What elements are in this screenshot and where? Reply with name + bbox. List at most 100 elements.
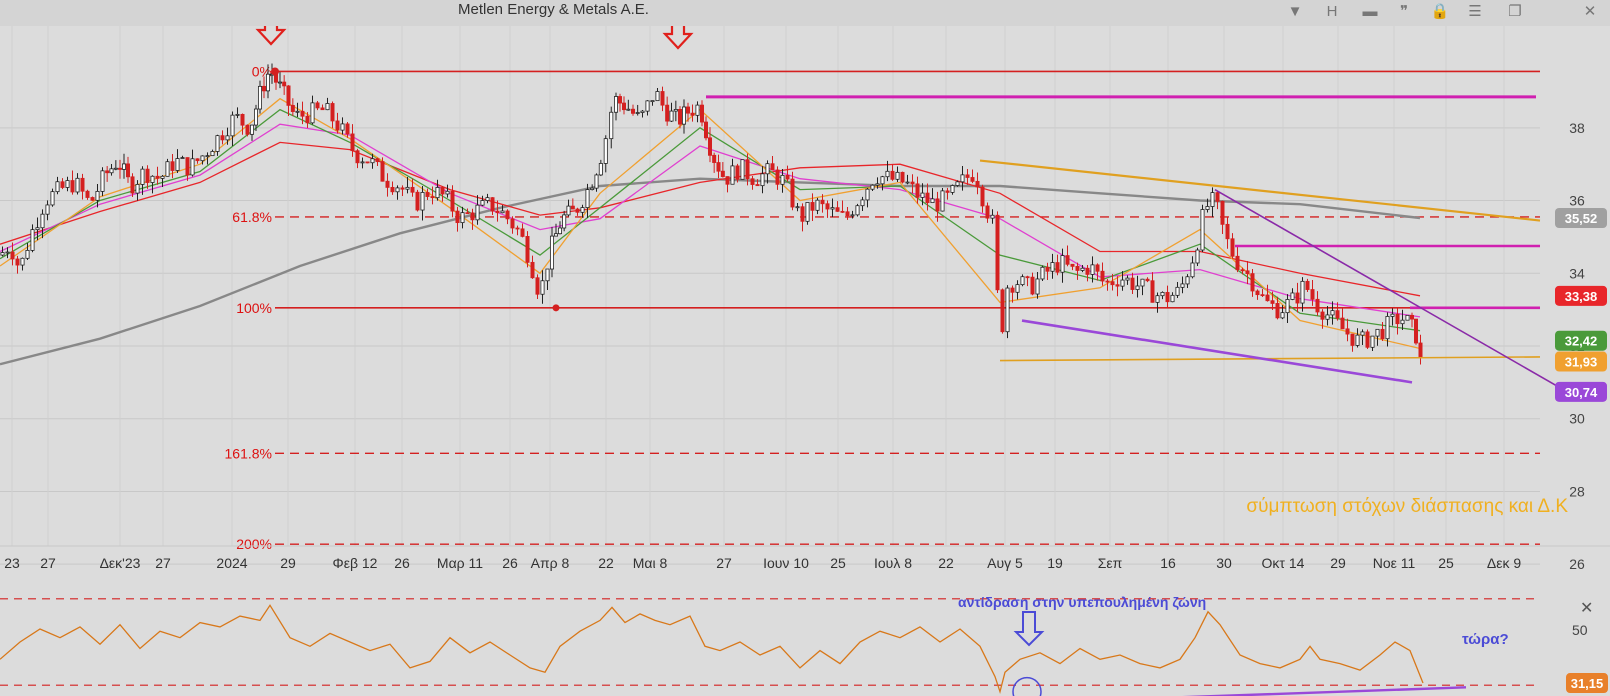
candle-body: [570, 205, 575, 210]
candle-body: [520, 228, 525, 237]
candle-body: [1000, 289, 1005, 333]
candle-body: [380, 161, 385, 182]
candle-body: [930, 198, 935, 204]
candle-body: [678, 109, 683, 125]
y-tick-36: 36: [1569, 193, 1585, 209]
candle-body: [995, 214, 1000, 291]
candle-body: [760, 173, 765, 187]
y-tick-38: 38: [1569, 120, 1585, 136]
down-arrow-icon: [662, 26, 694, 50]
candle-body: [880, 176, 885, 185]
down-arrow-icon-shape: [662, 26, 694, 50]
candle-body: [470, 212, 475, 221]
candle-body: [335, 120, 340, 131]
candle-body: [626, 108, 631, 111]
candle-body: [440, 187, 445, 195]
close-oscillator-icon[interactable]: ✕: [1580, 600, 1593, 617]
comment-icon[interactable]: ❞: [1392, 2, 1416, 22]
lock-icon[interactable]: 🔒: [1428, 2, 1452, 22]
x-tick-1: 27: [40, 555, 56, 571]
close-icon[interactable]: ✕: [1578, 2, 1602, 22]
candle-body: [126, 163, 131, 178]
candle-body: [800, 206, 805, 222]
candle-body: [835, 207, 840, 212]
candle-body: [210, 151, 215, 157]
candle-body: [750, 178, 755, 185]
window-icon[interactable]: ❐: [1503, 2, 1527, 22]
candle-body: [609, 111, 614, 140]
candle-body: [290, 104, 295, 112]
candle-body: [75, 177, 80, 193]
candle-body: [215, 135, 220, 152]
candle-body: [1010, 287, 1015, 293]
candle-body: [1140, 278, 1145, 287]
candle-body: [770, 163, 775, 171]
candle-body: [405, 186, 410, 190]
candle-body: [1255, 290, 1260, 296]
candle-body: [716, 162, 721, 172]
candle-body: [480, 200, 485, 206]
candle-body: [1100, 270, 1105, 282]
candle-body: [1370, 335, 1375, 348]
candle-body: [145, 168, 150, 183]
menu-icon[interactable]: ☰: [1463, 2, 1487, 22]
candle-body: [640, 110, 645, 113]
candle-body: [1355, 334, 1360, 346]
candle-body: [495, 210, 500, 214]
candle-body: [562, 214, 567, 229]
candle-body: [70, 180, 75, 193]
price-chart[interactable]: 0%61.8%100%161.8%200% 26283032343638 232…: [0, 26, 1610, 586]
candle-body: [230, 114, 235, 137]
candle-body: [1025, 276, 1030, 279]
candle-body: [1315, 298, 1320, 313]
layout-icon[interactable]: ▬: [1358, 2, 1382, 22]
candle-body: [310, 102, 315, 124]
candle-body: [113, 167, 118, 170]
y-tick-26: 26: [1569, 556, 1585, 572]
candle-body: [245, 124, 250, 135]
candle-body: [430, 196, 435, 199]
x-tick-16: Ιουλ 8: [874, 555, 912, 571]
candle-body: [855, 205, 860, 216]
candle-body: [500, 210, 505, 214]
candle-body: [465, 212, 470, 215]
candle-body: [960, 174, 965, 183]
candle-body: [15, 258, 20, 266]
candle-body: [682, 106, 687, 125]
candle-body: [350, 133, 355, 152]
chart-title: Metlen Energy & Metals A.E.: [458, 1, 649, 18]
candle-body: [1360, 331, 1365, 336]
candle-body: [673, 109, 678, 112]
candle-body: [1375, 328, 1380, 337]
candle-body: [277, 81, 282, 84]
candle-body: [325, 103, 330, 111]
price-label-text: 30,74: [1565, 385, 1598, 400]
candle-body: [985, 205, 990, 219]
candle-body: [282, 81, 287, 87]
candle-body: [860, 199, 865, 207]
candle-body: [370, 158, 375, 164]
candle-body: [1350, 333, 1355, 346]
candle-body: [910, 181, 915, 185]
x-tick-11: 22: [598, 555, 614, 571]
candle-body: [1290, 292, 1295, 300]
candle-body: [445, 190, 450, 195]
dropdown-icon[interactable]: ▼: [1283, 2, 1307, 22]
x-tick-9: 26: [502, 555, 518, 571]
candle-body: [1135, 285, 1140, 290]
candle-body: [720, 170, 725, 177]
oscillator-drawings: 31,15: [1012, 611, 1608, 696]
candle-body: [1090, 264, 1095, 275]
candle-body: [460, 212, 465, 224]
candle-body: [118, 167, 123, 170]
candle-body: [1245, 270, 1250, 275]
fib-label-4: 200%: [236, 536, 272, 552]
candle-body: [340, 123, 345, 131]
candle-body: [1335, 310, 1340, 319]
oscillator-panel[interactable]: 31,15 αντίδραση στην υπεπουλημένη ζώνη τ…: [0, 588, 1610, 696]
interval-button[interactable]: H: [1320, 2, 1344, 22]
candle-body: [1345, 328, 1350, 335]
candle-body: [345, 123, 350, 135]
price-label-text: 31,93: [1565, 355, 1598, 370]
candle-body: [725, 176, 730, 185]
